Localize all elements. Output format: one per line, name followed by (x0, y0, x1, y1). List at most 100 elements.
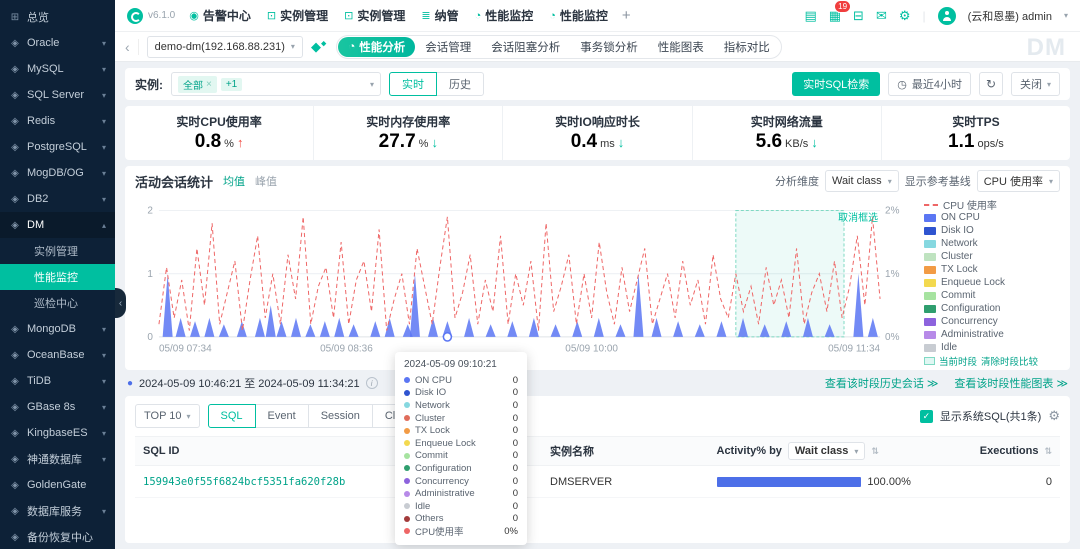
tooltip-row: Cluster 0 (404, 412, 518, 425)
sidebar-subitem-instance-management[interactable]: 实例管理 (0, 238, 115, 264)
sidebar-item-db-service[interactable]: ◈ 数据库服务 ▾ (0, 498, 115, 524)
menu-instance-management-1[interactable]: ⊡ 实例管理 (267, 7, 328, 24)
instance-filter-select[interactable]: 全部 × +1 ▾ (171, 72, 381, 96)
legend-item[interactable]: Enqueue Lock (924, 276, 1064, 289)
realtime-button[interactable]: 实时 (389, 72, 437, 96)
avg-link[interactable]: 均值 (223, 173, 245, 189)
sql-id-link[interactable]: 159943e0f55f6824bcf5351fa620f28b (143, 476, 345, 488)
sort-icon[interactable]: ⇅ (1044, 446, 1052, 457)
legend-item[interactable]: Administrative (924, 328, 1064, 341)
apps-icon[interactable]: ▦ 19 (829, 0, 852, 24)
sort-icon[interactable]: ⇅ (871, 446, 879, 457)
cluster-diamond-icon[interactable]: ◆◆ (311, 39, 326, 55)
legend-item[interactable]: Configuration (924, 302, 1064, 315)
chat-icon[interactable]: ✉ (876, 8, 887, 24)
auto-refresh-select[interactable]: 关闭 ▾ (1010, 72, 1060, 96)
tab-session-block-analysis[interactable]: 会话阻塞分析 (481, 37, 570, 57)
sidebar-item-gbase-8s[interactable]: ◈ GBase 8s ▾ (0, 394, 115, 420)
baseline-select[interactable]: CPU 使用率 ▾ (976, 170, 1060, 192)
view-perf-charts-link[interactable]: 查看该时段性能图表 ≫ (954, 375, 1068, 391)
sidebar-collapse-handle[interactable]: ‹ (115, 288, 126, 318)
sidebar-item-goldengate[interactable]: ◈ GoldenGate (0, 472, 115, 498)
document-icon[interactable]: ▤ (804, 8, 816, 24)
filter-tag-more[interactable]: +1 (220, 77, 243, 91)
top-sql-change-row: TOP SQL变化 ◉ (924, 368, 1064, 371)
remove-tag-icon[interactable]: × (206, 79, 212, 90)
legend-item[interactable]: Disk IO (924, 224, 1064, 237)
metric-cpu-usage[interactable]: 实时CPU使用率 0.8% ↑ (125, 106, 315, 160)
sidebar-item-db2[interactable]: ◈ DB2 ▾ (0, 186, 115, 212)
menu-performance-monitor-2[interactable]: ◔ 性能监控 (549, 7, 608, 24)
metric-io-latency[interactable]: 实时IO响应时长 0.4 ms ↓ (503, 106, 693, 160)
table-row[interactable]: 159943e0f55f6824bcf5351fa620f28b 1 DMSER… (135, 466, 1060, 498)
metric-tps[interactable]: 实时TPS 1.1 ops/s (882, 106, 1070, 160)
legend-item[interactable]: Commit (924, 289, 1064, 302)
user-name[interactable]: (云和恩墨) admin (968, 8, 1052, 24)
menu-alarm-center[interactable]: ◉ 告警中心 (189, 7, 251, 24)
legend-item[interactable]: ON CPU (924, 211, 1064, 224)
sidebar-item-mongodb[interactable]: ◈ MongoDB ▾ (0, 316, 115, 342)
activity-sessions-chart[interactable]: 0 0% 1 1% 2 2% 05/09 07:34 05/09 08:36 05/09 10:… (125, 196, 924, 370)
clear-compare-link[interactable]: 清除时段比较 (981, 354, 1038, 368)
realtime-sql-search-button[interactable]: 实时SQL检索 (792, 72, 881, 96)
view-history-sessions-link[interactable]: 查看该时段历史会话 ≫ (825, 375, 939, 391)
peak-link[interactable]: 峰值 (255, 173, 277, 189)
legend-item[interactable]: CPU 使用率 (924, 198, 1064, 212)
legend-item[interactable]: Idle (924, 341, 1064, 354)
topsql-tab-event[interactable]: Event (254, 404, 309, 428)
sidebar-item-shentong[interactable]: ◈ 神通数据库 ▾ (0, 446, 115, 472)
screen-icon[interactable]: ⊟ (853, 8, 864, 24)
refresh-button[interactable]: ↻ (978, 72, 1003, 96)
legend-item[interactable]: Cluster (924, 250, 1064, 263)
add-tab-button[interactable]: + (622, 7, 631, 24)
sidebar-item-postgresql[interactable]: ◈ PostgreSQL ▾ (0, 134, 115, 160)
sidebar-subitem-inspection-center[interactable]: 巡检中心 (0, 290, 115, 316)
top-sql-toggle-icon[interactable]: ◉ (988, 370, 996, 371)
tab-session-management[interactable]: 会话管理 (415, 37, 481, 57)
tooltip-row: Commit 0 (404, 450, 518, 463)
menu-admission[interactable]: ≣ 纳管 (421, 7, 458, 24)
legend-item[interactable]: TX Lock (924, 263, 1064, 276)
dimension-select[interactable]: Wait class ▾ (824, 170, 899, 192)
tab-metric-compare[interactable]: 指标对比 (714, 37, 780, 57)
sidebar-item-oracle[interactable]: ◈ Oracle ▾ (0, 30, 115, 56)
top-n-select[interactable]: TOP 10 ▾ (135, 404, 200, 428)
metric-memory-usage[interactable]: 实时内存使用率 27.7% ↓ (314, 106, 504, 160)
show-system-sql-checkbox[interactable]: ✓ (919, 409, 933, 423)
legend-item[interactable]: Concurrency (924, 315, 1064, 328)
sidebar-item-mysql[interactable]: ◈ MySQL ▾ (0, 56, 115, 82)
sidebar-item-redis[interactable]: ◈ Redis ▾ (0, 108, 115, 134)
legend-label: CPU 使用率 (943, 201, 997, 212)
topsql-tab-sql[interactable]: SQL (207, 404, 256, 428)
settings-gear-icon[interactable]: ⚙ (899, 8, 911, 24)
sidebar-item-kingbasees[interactable]: ◈ KingbaseES ▾ (0, 420, 115, 446)
back-button[interactable]: ‹ (125, 38, 139, 55)
sidebar-item-tidb[interactable]: ◈ TiDB ▾ (0, 368, 115, 394)
time-range-select[interactable]: ◷ 最近4小时 (888, 72, 971, 96)
tab-perf-analysis[interactable]: ◔ 性能分析 (338, 36, 416, 57)
range-dot-icon: ● (127, 377, 134, 389)
table-settings-gear-icon[interactable]: ⚙ (1048, 408, 1060, 424)
menu-performance-monitor-1[interactable]: ◔ 性能监控 (475, 7, 534, 24)
tab-perf-charts[interactable]: 性能图表 (648, 37, 714, 57)
metric-network-traffic[interactable]: 实时网络流量 5.6 KB/s ↓ (693, 106, 882, 160)
sidebar-item-backup-restore[interactable]: ◈ 备份恢复中心 (0, 524, 115, 549)
activity-dimension-select[interactable]: Wait class ▾ (787, 442, 866, 460)
legend-item[interactable]: Network (924, 237, 1064, 250)
sidebar-item-overview[interactable]: ⊞ 总览 (0, 4, 115, 30)
topsql-tab-session[interactable]: Session (307, 404, 373, 428)
tooltip-series-name: Idle (415, 500, 431, 512)
sidebar-item-mogdb-og[interactable]: ◈ MogDB/OG ▾ (0, 160, 115, 186)
history-button[interactable]: 历史 (436, 72, 484, 96)
chevron-down-icon[interactable]: ▾ (1064, 11, 1068, 20)
avatar[interactable] (937, 6, 956, 25)
menu-instance-management-2[interactable]: ⊡ 实例管理 (344, 7, 405, 24)
sidebar-item-oceanbase[interactable]: ◈ OceanBase ▾ (0, 342, 115, 368)
instance-select[interactable]: demo-dm(192.168.88.231) ▾ (146, 35, 303, 58)
tab-tx-lock-analysis[interactable]: 事务锁分析 (570, 37, 648, 57)
sidebar-item-dm[interactable]: ◈ DM ▴ (0, 212, 115, 238)
filter-tag-all[interactable]: 全部 × (178, 75, 217, 93)
sidebar-subitem-performance-monitor[interactable]: 性能监控 (0, 264, 115, 290)
sidebar-item-sql-server[interactable]: ◈ SQL Server ▾ (0, 82, 115, 108)
col-executions[interactable]: Executions ⇅ (958, 445, 1060, 457)
